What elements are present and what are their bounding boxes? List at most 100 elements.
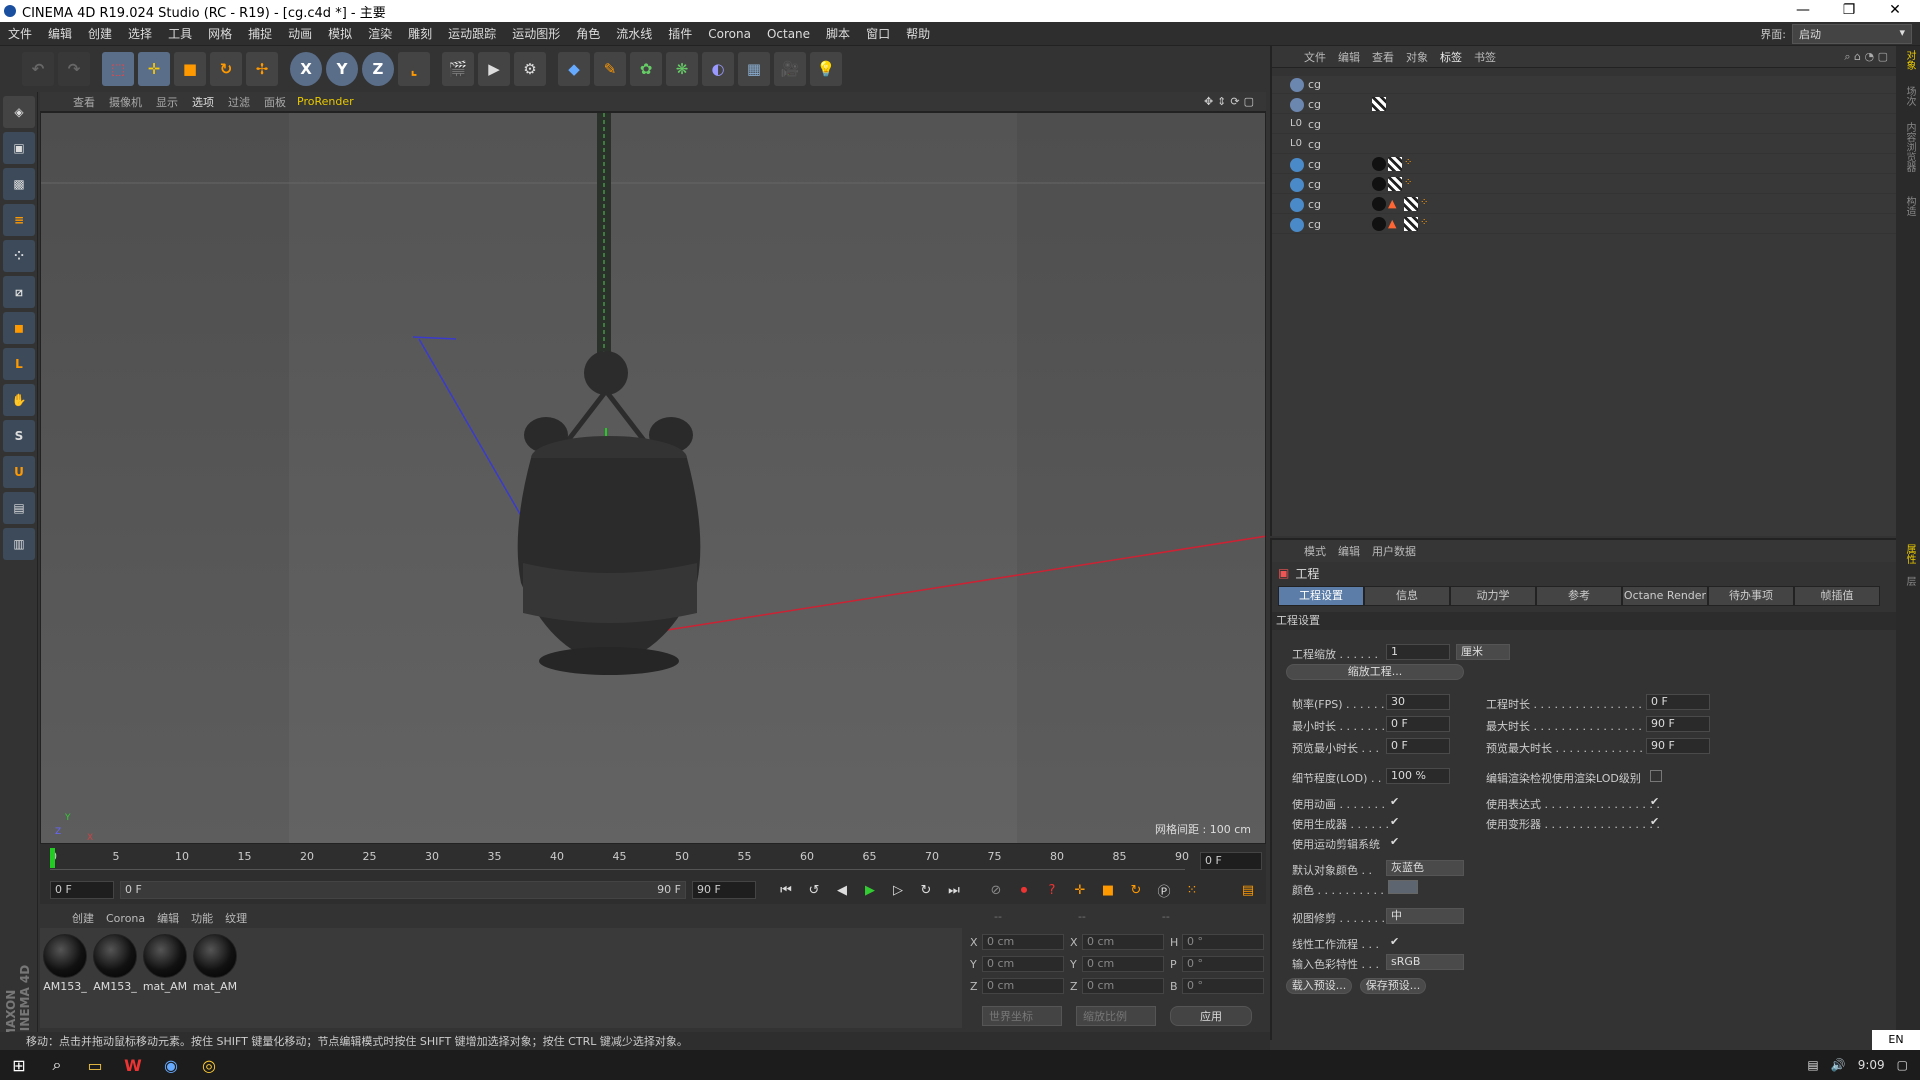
material-item[interactable]: AM153_ — [92, 934, 138, 1022]
pos-x-field[interactable]: 0 cm — [982, 934, 1064, 950]
menu-edit[interactable]: 编辑 — [40, 25, 80, 42]
menu-snap[interactable]: 捕捉 — [240, 25, 280, 42]
project-time-field[interactable]: 0 F — [1646, 694, 1710, 710]
goto-start-icon[interactable]: ⏮ — [774, 878, 798, 902]
use-expressions-checkbox[interactable]: ✔ — [1650, 796, 1662, 808]
object-row[interactable]: cg — [1272, 96, 1896, 114]
menu-script[interactable]: 脚本 — [818, 25, 858, 42]
object-row[interactable]: cg ▲ ⁘ — [1272, 196, 1896, 214]
axis-mode-icon[interactable]: L — [3, 348, 35, 380]
timeline[interactable]: 051015202530354045505560657075808590 0 F — [40, 844, 1266, 876]
menu-mograph[interactable]: 运动图形 — [504, 25, 568, 42]
side-tab-structure[interactable]: 构造 — [1899, 196, 1917, 216]
vp-menu-prorender[interactable]: ProRender — [297, 95, 354, 108]
side-tab-layers[interactable]: 层 — [1899, 576, 1917, 586]
vp-menu-display[interactable]: 显示 — [149, 94, 185, 110]
tweak-icon[interactable]: ✋ — [3, 384, 35, 416]
cloner-icon[interactable]: ❋ — [666, 52, 698, 86]
mat-menu-edit[interactable]: 编辑 — [151, 910, 185, 926]
scale-unit-dropdown[interactable]: 厘米 — [1456, 644, 1510, 660]
apply-button[interactable]: 应用 — [1170, 1006, 1252, 1026]
save-preset-button[interactable]: 保存预设... — [1360, 978, 1426, 994]
notification-icon[interactable]: ▢ — [1897, 1058, 1908, 1072]
menu-character[interactable]: 角色 — [568, 25, 608, 42]
minimize-button[interactable]: — — [1780, 0, 1826, 22]
material-item[interactable]: AM153_ — [42, 934, 88, 1022]
maximize-button[interactable]: ❐ — [1826, 0, 1872, 22]
tray-clock[interactable]: 9:09 — [1858, 1058, 1885, 1072]
menu-sculpt[interactable]: 雕刻 — [400, 25, 440, 42]
object-row[interactable]: L0 cg — [1272, 116, 1896, 134]
menu-render[interactable]: 渲染 — [360, 25, 400, 42]
material-tag-icon[interactable] — [1372, 217, 1386, 231]
mat-menu-function[interactable]: 功能 — [185, 910, 219, 926]
key-pla-icon[interactable]: ⁙ — [1180, 878, 1204, 902]
use-deformers-checkbox[interactable]: ✔ — [1650, 816, 1662, 828]
play-icon[interactable]: ▶ — [858, 878, 882, 902]
max-time-field[interactable]: 90 F — [1646, 716, 1710, 732]
y-axis-icon[interactable]: Y — [326, 52, 358, 86]
key-position-icon[interactable]: ✛ — [1068, 878, 1092, 902]
wps-icon[interactable]: W — [114, 1050, 152, 1080]
timeline-window-icon[interactable]: ▤ — [1236, 878, 1260, 902]
selection-tag-icon[interactable]: ⁘ — [1404, 177, 1418, 191]
windows-start-icon[interactable]: ⊞ — [0, 1050, 38, 1080]
scale-icon[interactable]: ■ — [174, 52, 206, 86]
side-tab-takes[interactable]: 场次 — [1899, 86, 1917, 106]
floor-icon[interactable]: ▦ — [738, 52, 770, 86]
layout-dropdown[interactable]: 启动 ▾ — [1792, 23, 1912, 44]
object-color-dropdown[interactable]: 灰蓝色 — [1386, 860, 1464, 876]
menu-animate[interactable]: 动画 — [280, 25, 320, 42]
menu-help[interactable]: 帮助 — [898, 25, 938, 42]
uvw-tag-icon[interactable] — [1388, 177, 1402, 191]
menu-mesh[interactable]: 网格 — [200, 25, 240, 42]
material-tag-icon[interactable] — [1372, 157, 1386, 171]
selection-tag-icon[interactable]: ⁘ — [1404, 157, 1418, 171]
phong-tag-icon[interactable]: ▲ — [1388, 217, 1402, 231]
attr-menu-userdata[interactable]: 用户数据 — [1366, 543, 1422, 559]
rot-b-field[interactable]: 0 ° — [1182, 978, 1264, 994]
coord-mode-dropdown[interactable]: 世界坐标 — [982, 1006, 1062, 1026]
cube-icon[interactable]: ◆ — [558, 52, 590, 86]
start-frame-field[interactable]: 0 F — [50, 881, 114, 899]
edges-mode-icon[interactable]: ⧄ — [3, 276, 35, 308]
current-frame-field[interactable]: 0 F — [1200, 852, 1262, 870]
subdivision-icon[interactable]: ✿ — [630, 52, 662, 86]
rot-h-field[interactable]: 0 ° — [1182, 934, 1264, 950]
mat-menu-texture[interactable]: 纹理 — [219, 910, 253, 926]
obj-menu-view[interactable]: 查看 — [1366, 49, 1400, 65]
transform-icon[interactable]: ✢ — [246, 52, 278, 86]
pos-y-field[interactable]: 0 cm — [982, 956, 1064, 972]
lod-field[interactable]: 100 % — [1386, 768, 1450, 784]
tab-referencing[interactable]: 参考 — [1536, 586, 1622, 606]
key-param-icon[interactable]: Ⓟ — [1152, 878, 1176, 902]
uvw-tag-icon[interactable] — [1404, 217, 1418, 231]
obj-menu-tags[interactable]: 标签 — [1434, 49, 1468, 65]
make-editable-icon[interactable]: ◈ — [3, 96, 35, 128]
texture-tag-icon[interactable] — [1372, 97, 1386, 111]
goto-end-icon[interactable]: ⏭ — [942, 878, 966, 902]
render-lod-checkbox[interactable] — [1650, 770, 1662, 782]
render-view-icon[interactable]: 🎬 — [442, 52, 474, 86]
points-mode-icon[interactable]: ⁘ — [3, 240, 35, 272]
scale-project-button[interactable]: 缩放工程... — [1286, 664, 1464, 680]
uvw-tag-icon[interactable] — [1404, 197, 1418, 211]
size-x-field[interactable]: 0 cm — [1082, 934, 1164, 950]
obj-menu-object[interactable]: 对象 — [1400, 49, 1434, 65]
attr-menu-edit[interactable]: 编辑 — [1332, 543, 1366, 559]
size-mode-dropdown[interactable]: 缩放比例 — [1076, 1006, 1156, 1026]
selection-tag-icon[interactable]: ⁘ — [1420, 217, 1434, 231]
tab-todo[interactable]: 待办事项 — [1708, 586, 1794, 606]
phong-tag-icon[interactable]: ▲ — [1388, 197, 1402, 211]
menu-window[interactable]: 窗口 — [858, 25, 898, 42]
texture-mode-icon[interactable]: ▩ — [3, 168, 35, 200]
material-item[interactable]: mat_AM — [142, 934, 188, 1022]
end-frame-field[interactable]: 90 F — [692, 881, 756, 899]
range-slider[interactable]: 0 F 90 F — [120, 881, 686, 899]
render-settings-icon[interactable]: ⚙ — [514, 52, 546, 86]
use-generators-checkbox[interactable]: ✔ — [1390, 816, 1402, 828]
use-mograph-checkbox[interactable]: ✔ — [1390, 836, 1402, 848]
tab-project-settings[interactable]: 工程设置 — [1278, 586, 1364, 606]
tab-frame-interpolation[interactable]: 帧插值 — [1794, 586, 1880, 606]
obj-search-icon[interactable]: ⌕ ⌂ ◔ ▢ — [1844, 50, 1888, 64]
